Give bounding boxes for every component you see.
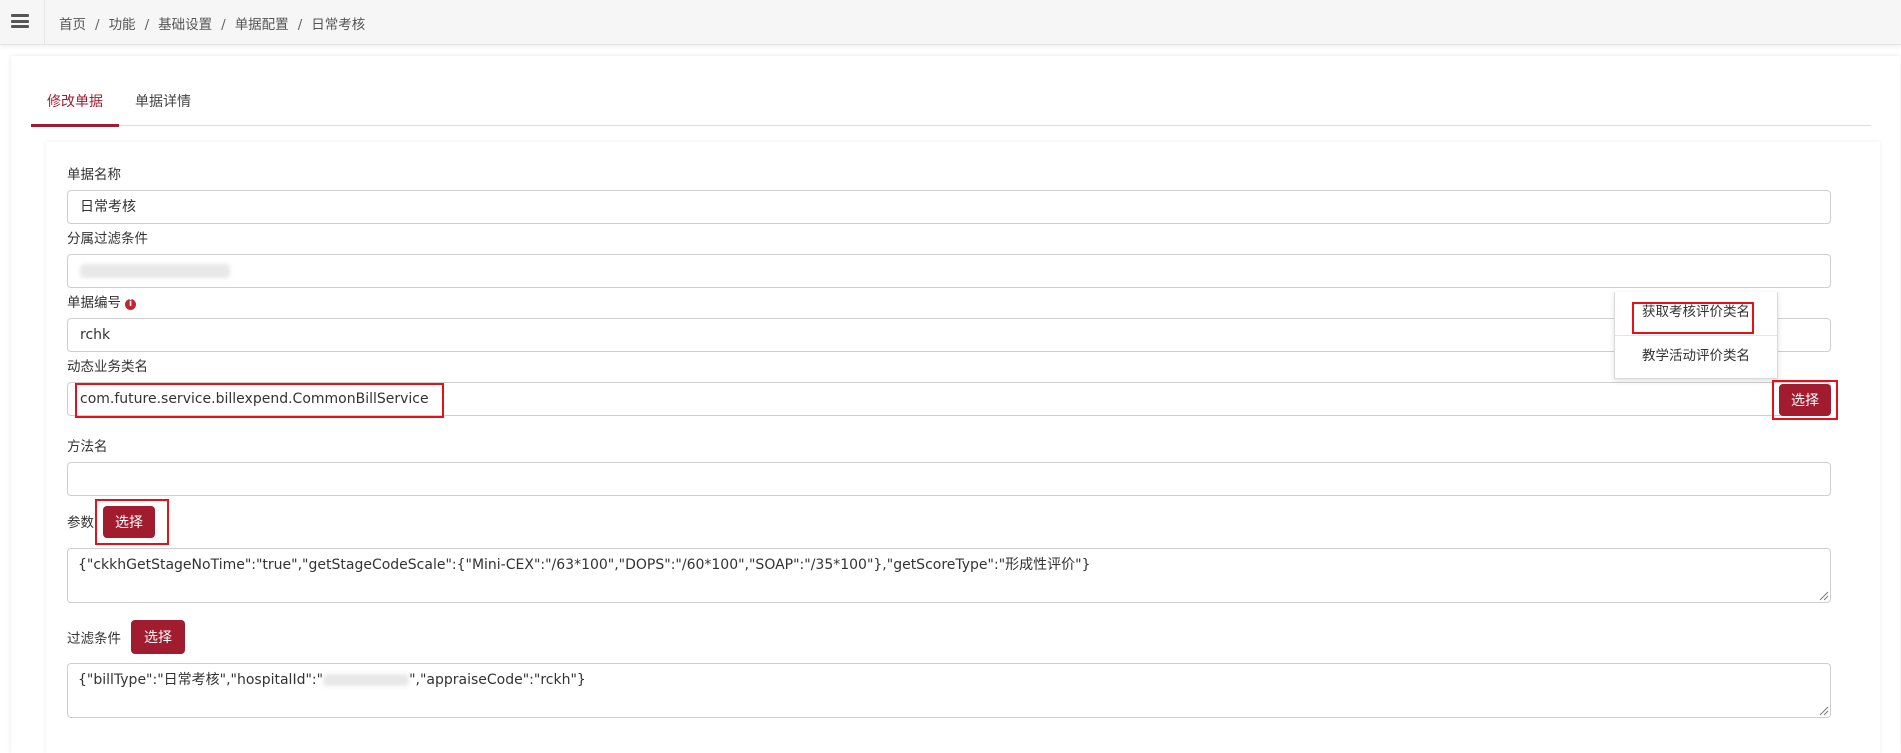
breadcrumb-separator: / — [144, 17, 150, 33]
dropdown-item-teaching-class[interactable]: 教学活动评价类名 — [1615, 335, 1777, 376]
filter-label: 过滤条件 — [67, 631, 121, 647]
dropdown-item-assessment-class[interactable]: 获取考核评价类名 — [1615, 292, 1777, 332]
filter-value-suffix: ","appraiseCode":"rckh"} — [409, 672, 586, 688]
params-select-button[interactable]: 选择 — [103, 506, 155, 538]
bill-code-input[interactable]: rchk — [67, 318, 1831, 352]
divider — [44, 0, 45, 44]
tab-edit-bill-label: 修改单据 — [47, 94, 103, 110]
tab-bill-details-label: 单据详情 — [135, 94, 191, 110]
class-dropdown-menu: 获取考核评价类名 教学活动评价类名 — [1614, 292, 1778, 379]
breadcrumb-separator: / — [297, 17, 303, 33]
breadcrumb-function[interactable]: 功能 — [109, 17, 136, 33]
breadcrumb-separator: / — [221, 17, 226, 33]
filter-select-button[interactable]: 选择 — [131, 620, 185, 654]
top-bar: 首页 / 功能 / 基础设置 / 单据配置 / 日常考核 — [0, 0, 1901, 45]
filter-by-label: 分属过滤条件 — [67, 231, 148, 247]
filter-by-input[interactable] — [67, 254, 1831, 288]
redacted-value — [80, 264, 230, 278]
bill-name-input[interactable]: 日常考核 — [67, 190, 1831, 224]
hamburger-menu-icon[interactable] — [11, 14, 29, 28]
class-name-label: 动态业务类名 — [67, 359, 148, 375]
class-name-input[interactable]: com.future.service.billexpend.CommonBill… — [67, 382, 1831, 416]
redacted-value — [323, 674, 410, 686]
tab-bill-details[interactable]: 单据详情 — [135, 91, 191, 111]
info-icon[interactable]: i — [125, 299, 136, 310]
breadcrumb-separator: / — [95, 17, 100, 33]
filter-textarea[interactable]: {"billType":"日常考核","hospitalId":" ","appr… — [67, 663, 1831, 718]
method-name-label: 方法名 — [67, 439, 108, 455]
tab-bar: 修改单据 单据详情 — [31, 83, 1871, 127]
bill-name-label: 单据名称 — [67, 167, 121, 183]
params-textarea[interactable] — [67, 548, 1831, 603]
breadcrumb-home[interactable]: 首页 — [59, 17, 86, 33]
active-tab-indicator — [31, 124, 119, 127]
bill-code-label: 单据编号 i — [67, 291, 136, 311]
tab-edit-bill[interactable]: 修改单据 — [47, 91, 103, 111]
breadcrumb: 首页 / 功能 / 基础设置 / 单据配置 / 日常考核 — [59, 13, 365, 33]
class-name-select-button[interactable]: 选择 — [1779, 384, 1831, 416]
bill-code-label-text: 单据编号 — [67, 295, 121, 311]
breadcrumb-bill-config[interactable]: 单据配置 — [235, 17, 289, 33]
breadcrumb-current: 日常考核 — [311, 17, 366, 33]
form-panel — [46, 142, 1880, 753]
breadcrumb-basic-settings[interactable]: 基础设置 — [158, 17, 212, 33]
filter-value-prefix: {"billType":"日常考核","hospitalId":" — [78, 672, 324, 688]
method-name-input[interactable] — [67, 462, 1831, 496]
params-label: 参数 — [67, 515, 94, 531]
